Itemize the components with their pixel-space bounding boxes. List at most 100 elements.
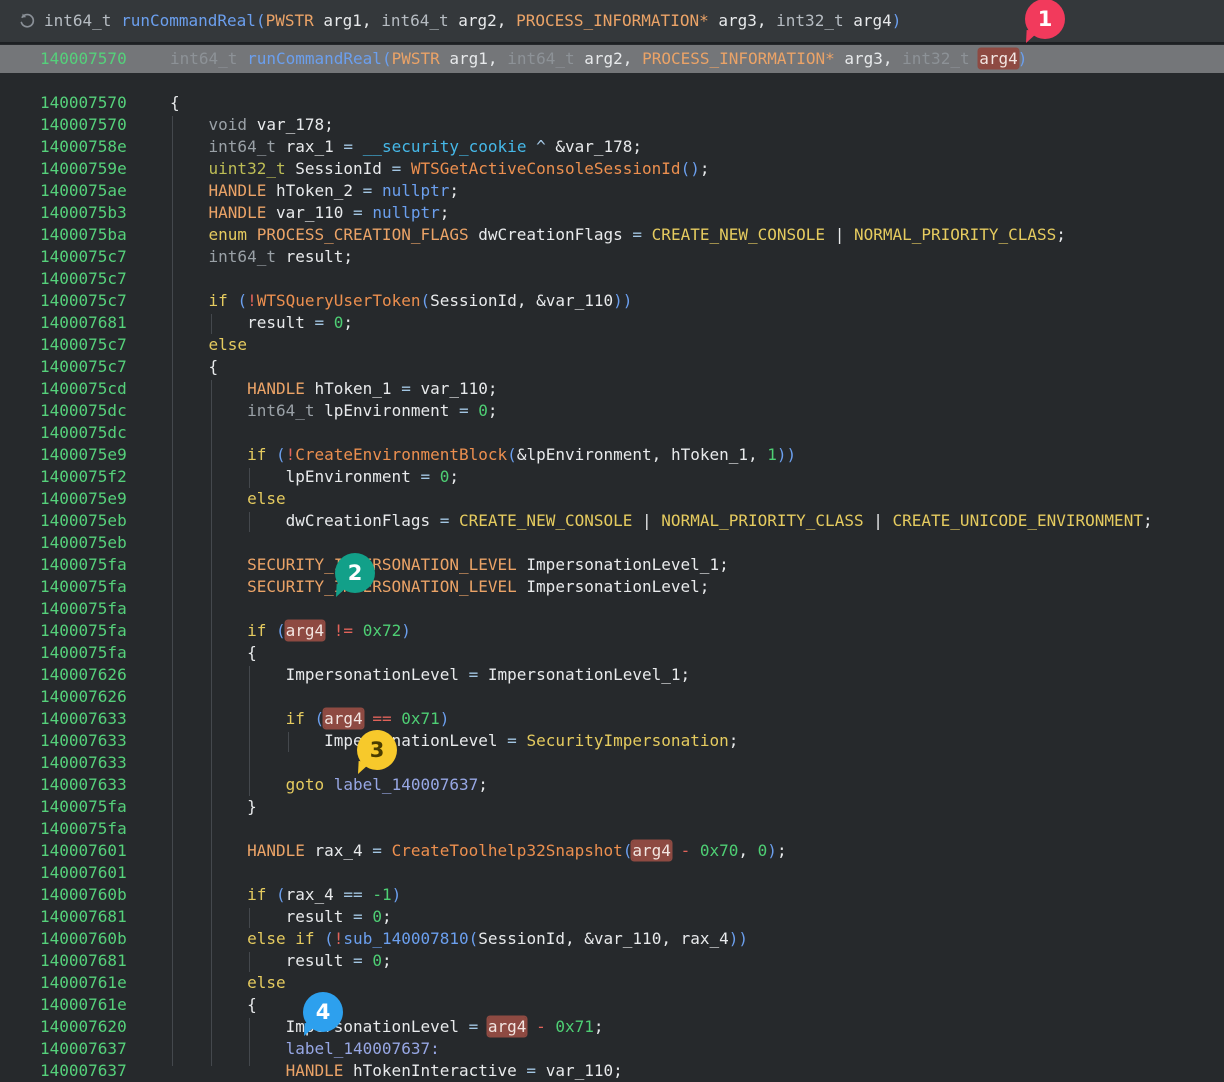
code-token[interactable] (170, 445, 247, 464)
code-token[interactable] (170, 1061, 286, 1080)
code-token[interactable]: ; (440, 203, 450, 222)
code-token[interactable]: = (315, 313, 325, 332)
code-token[interactable]: | (632, 511, 661, 530)
code-token[interactable] (170, 929, 247, 948)
code-line[interactable]: 1400075e9 if (!CreateEnvironmentBlock(&l… (0, 444, 1224, 466)
code-line[interactable]: 140007570 void var_178; (0, 114, 1224, 136)
code-token[interactable]: )) (729, 929, 748, 948)
code-token[interactable]: ( (324, 929, 334, 948)
code-token[interactable]: () (681, 159, 700, 178)
code-token[interactable] (430, 467, 440, 486)
line-code[interactable]: { (170, 994, 257, 1016)
line-code[interactable]: HANDLE hToken_1 = var_110; (170, 378, 498, 400)
code-line[interactable]: 1400075ba enum PROCESS_CREATION_FLAGS dw… (0, 224, 1224, 246)
code-line[interactable]: 1400075eb (0, 532, 1224, 554)
decompiler-code-area[interactable]: 140007570{140007570 void var_178;1400075… (0, 0, 1224, 1066)
line-address[interactable]: 140007633 (40, 752, 127, 774)
code-token[interactable] (671, 841, 681, 860)
code-token[interactable]: )) (777, 445, 796, 464)
code-token[interactable]: = (392, 159, 402, 178)
code-token[interactable]: SessionId (286, 159, 392, 178)
code-token[interactable]: var_178; (247, 115, 334, 134)
code-token[interactable] (170, 401, 247, 420)
code-token[interactable] (170, 137, 209, 156)
code-token[interactable]: 0x72 (363, 621, 402, 640)
annotation-badge-1[interactable]: 1 (1025, 0, 1065, 39)
code-token[interactable]: enum (209, 225, 248, 244)
line-code[interactable]: goto label_140007637; (170, 774, 488, 796)
line-code[interactable]: uint32_t SessionId = WTSGetActiveConsole… (170, 158, 709, 180)
code-token[interactable] (517, 731, 527, 750)
code-token[interactable]: arg3, (709, 11, 776, 30)
code-token[interactable] (247, 225, 257, 244)
code-token[interactable]: | (864, 511, 893, 530)
line-code[interactable]: if (arg4 == 0x71) (170, 708, 449, 730)
code-token[interactable]: ; (449, 181, 459, 200)
code-token[interactable]: lpEnvironment (170, 467, 420, 486)
line-code[interactable]: result = 0; (170, 950, 392, 972)
code-line[interactable]: 14000758e int64_t rax_1 = __security_coo… (0, 136, 1224, 158)
line-address[interactable]: 1400075e9 (40, 444, 127, 466)
code-token[interactable] (353, 621, 363, 640)
code-token[interactable]: ( (469, 929, 479, 948)
line-address[interactable]: 1400075fa (40, 818, 127, 840)
code-token[interactable]: : (430, 1039, 440, 1058)
code-token[interactable]: ; (478, 775, 488, 794)
code-token[interactable] (449, 511, 459, 530)
line-address[interactable]: 140007633 (40, 774, 127, 796)
code-token[interactable] (286, 929, 296, 948)
code-token[interactable] (305, 709, 315, 728)
line-address[interactable]: 1400075fa (40, 642, 127, 664)
code-line[interactable]: 14000761e else (0, 972, 1224, 994)
code-token[interactable]: SessionId, &var_110, rax_4 (478, 929, 728, 948)
code-token[interactable]: NORMAL_PRIORITY_CLASS (854, 225, 1056, 244)
code-token[interactable] (170, 335, 209, 354)
code-token[interactable] (170, 973, 247, 992)
code-token[interactable]: 0x71 (555, 1017, 594, 1036)
code-token[interactable]: HANDLE (209, 203, 267, 222)
line-code[interactable]: HANDLE hToken_2 = nullptr; (170, 180, 459, 202)
code-token[interactable] (170, 621, 247, 640)
code-token[interactable] (170, 115, 209, 134)
code-token[interactable]: &lpEnvironment, hToken_1, (517, 445, 767, 464)
code-token[interactable]: = (343, 137, 353, 156)
code-token[interactable]: ; (343, 313, 353, 332)
code-line[interactable]: 140007637 label_140007637: (0, 1038, 1224, 1060)
highlighted-token-arg4[interactable]: arg4 (286, 621, 325, 640)
code-line[interactable]: 1400075fa } (0, 796, 1224, 818)
code-token[interactable]: = (363, 181, 373, 200)
code-token[interactable] (372, 181, 382, 200)
code-token[interactable]: 0x70 (700, 841, 739, 860)
line-address[interactable]: 1400075ba (40, 224, 127, 246)
code-line[interactable]: 1400075e9 else (0, 488, 1224, 510)
code-token[interactable] (266, 445, 276, 464)
code-token[interactable]: 0 (758, 841, 768, 860)
line-code[interactable]: result = 0; (170, 906, 392, 928)
annotation-badge-3[interactable]: 3 (357, 730, 397, 770)
line-code[interactable]: else if (!sub_140007810(SessionId, &var_… (170, 928, 748, 950)
line-code[interactable]: HANDLE hTokenInteractive = var_110; (170, 1060, 623, 1082)
code-token[interactable]: ; (449, 467, 459, 486)
code-line[interactable]: 140007620 ImpersonationLevel = arg4 - 0x… (0, 1016, 1224, 1038)
code-token[interactable]: int64_t (209, 247, 276, 266)
code-token[interactable]: | (825, 225, 854, 244)
code-token[interactable] (363, 203, 373, 222)
code-token[interactable] (469, 401, 479, 420)
code-token[interactable]: = (507, 731, 517, 750)
code-token[interactable]: else (209, 335, 248, 354)
line-address[interactable]: 140007570 (40, 92, 127, 114)
code-token[interactable]: if (247, 445, 266, 464)
code-line[interactable]: 1400075fa (0, 598, 1224, 620)
code-token[interactable]: = (353, 203, 363, 222)
code-token[interactable] (170, 577, 247, 596)
code-token[interactable]: ; (382, 907, 392, 926)
code-token[interactable]: int64_t (381, 11, 448, 30)
line-code[interactable]: else (170, 972, 286, 994)
code-token[interactable] (324, 621, 334, 640)
line-address[interactable]: 140007681 (40, 950, 127, 972)
line-address[interactable]: 14000758e (40, 136, 127, 158)
code-token[interactable]: ) (1018, 49, 1028, 68)
line-code[interactable]: int64_t rax_1 = __security_cookie ^ &var… (170, 136, 642, 158)
code-line[interactable]: 140007626 (0, 686, 1224, 708)
code-line[interactable]: 140007681 result = 0; (0, 312, 1224, 334)
